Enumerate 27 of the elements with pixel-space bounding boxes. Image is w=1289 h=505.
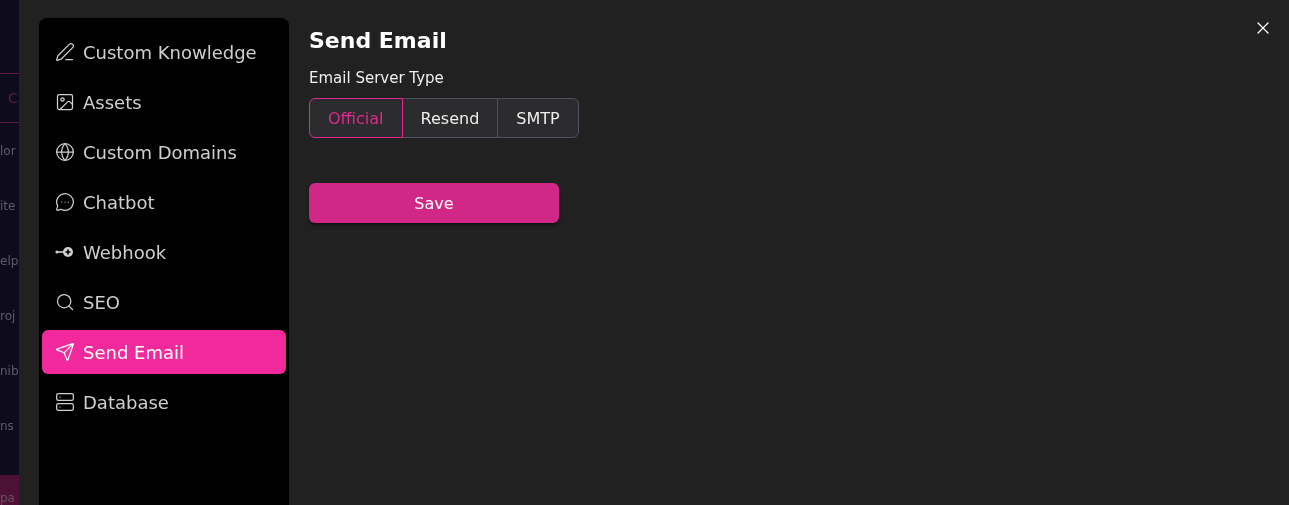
image-icon xyxy=(55,92,75,112)
sidebar-item[interactable]: Database xyxy=(42,380,286,424)
background-menu-text: nib xyxy=(0,362,19,380)
pen-icon xyxy=(55,42,75,62)
section-title: Send Email xyxy=(309,28,448,53)
background-menu-text: ns xyxy=(0,417,15,435)
database-icon xyxy=(55,392,75,412)
sidebar-item[interactable]: Webhook xyxy=(42,230,286,274)
background-menu-text: roj xyxy=(0,307,17,325)
chat-bubble-icon xyxy=(55,192,75,212)
sidebar-item[interactable]: SEO xyxy=(42,280,286,324)
sidebar-item[interactable]: Custom Knowledge xyxy=(42,30,286,74)
send-icon xyxy=(55,342,75,362)
field-label: Email Server Type xyxy=(309,69,445,87)
sidebar-item[interactable]: Assets xyxy=(42,80,286,124)
server-type-option[interactable]: SMTP xyxy=(497,98,579,138)
background-menu-text: elp xyxy=(0,252,19,270)
globe-icon xyxy=(55,142,75,162)
sidebar-item[interactable]: Custom Domains xyxy=(42,130,286,174)
background-menu-text: lor xyxy=(0,142,17,160)
sidebar-item[interactable]: Send Email xyxy=(42,330,286,374)
search-icon xyxy=(55,292,75,312)
background-menu-text: ite xyxy=(0,197,17,215)
server-type-option[interactable]: Resend xyxy=(401,98,499,138)
save-button[interactable]: Save xyxy=(309,183,559,223)
background-footer-bar: pa xyxy=(0,475,19,505)
sidebar-item[interactable]: Chatbot xyxy=(42,180,286,224)
